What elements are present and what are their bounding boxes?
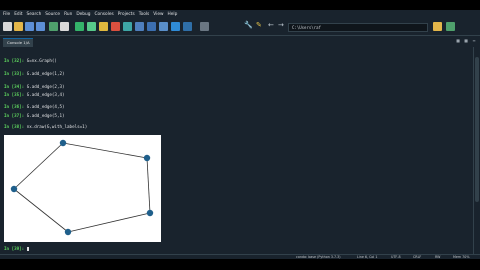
prompt-number: In [33]: xyxy=(4,71,25,76)
prompt-number: In [32]: xyxy=(4,58,25,63)
status-bar: conda: base (Python 3.7.3) Line 6, Col 1… xyxy=(0,254,480,259)
interrupt-icon[interactable]: ■ xyxy=(463,38,469,44)
graph-edge xyxy=(62,142,148,159)
text-cursor xyxy=(26,247,29,251)
status-cursor-position: Line 6, Col 1 xyxy=(357,255,378,259)
stop-icon[interactable] xyxy=(111,22,120,31)
run-cell-icon[interactable] xyxy=(87,22,96,31)
prompt-number: In [39]: xyxy=(4,246,25,251)
code-text: G.add_edge(3,4) xyxy=(26,92,65,97)
run-icon[interactable] xyxy=(75,22,84,31)
prompt-number: In [38]: xyxy=(4,124,25,129)
status-memory: Mem 70% xyxy=(453,255,470,259)
graph-nodes xyxy=(10,139,154,236)
graph-node xyxy=(146,209,154,217)
tab-console[interactable]: Console 1/A xyxy=(3,38,33,47)
prompt-number: In [37]: xyxy=(4,113,25,118)
prompt-number: In [35]: xyxy=(4,92,25,97)
working-directory-input[interactable]: C:\Users\raf xyxy=(288,23,428,32)
run-file-icon[interactable] xyxy=(49,22,58,31)
maximize-pane-icon[interactable] xyxy=(200,22,209,31)
prompt-number: In [34]: xyxy=(4,84,25,89)
menu-view[interactable]: View xyxy=(153,12,163,17)
console-line: In [35]: G.add_edge(3,4) xyxy=(4,92,65,97)
back-arrow-icon[interactable]: ← xyxy=(268,21,274,30)
menu-tools[interactable]: Tools xyxy=(139,12,150,17)
browse-folder-icon[interactable] xyxy=(433,22,442,31)
menu-debug[interactable]: Debug xyxy=(76,12,90,17)
graph-drawing xyxy=(10,139,154,236)
graph-edge xyxy=(13,188,69,233)
console-line: In [36]: G.add_edge(4,5) xyxy=(4,104,65,109)
graph-edge xyxy=(146,157,151,214)
menu-run[interactable]: Run xyxy=(64,12,72,17)
scrollbar-thumb[interactable] xyxy=(475,57,479,202)
save-all-icon[interactable] xyxy=(36,22,45,31)
graph-edge xyxy=(13,142,64,190)
code-text: G.add_edge(2,3) xyxy=(26,84,65,89)
console-scrollbar[interactable] xyxy=(473,47,480,254)
new-cell-icon[interactable] xyxy=(60,22,69,31)
prompt-number: In [36]: xyxy=(4,104,25,109)
graph-edges xyxy=(13,142,151,233)
graph-plot xyxy=(4,135,161,242)
save-icon[interactable] xyxy=(25,22,34,31)
close-icon[interactable]: ■ xyxy=(455,38,461,44)
debug-icon[interactable] xyxy=(123,22,132,31)
menu-bar: File Edit Search Source Run Debug Consol… xyxy=(0,10,480,19)
menu-search[interactable]: Search xyxy=(27,12,42,17)
status-mode: RW xyxy=(435,255,441,259)
run-cell-advance-icon[interactable] xyxy=(99,22,108,31)
menu-consoles[interactable]: Consoles xyxy=(94,12,113,17)
code-text: G.add_edge(4,5) xyxy=(26,104,65,109)
status-environment: conda: base (Python 3.7.3) xyxy=(296,255,341,259)
status-eol: CRLF xyxy=(413,255,422,259)
console-line: In [37]: G.add_edge(5,1) xyxy=(4,113,65,118)
spyder-window: File Edit Search Source Run Debug Consol… xyxy=(0,10,480,259)
console-tab-bar: Console 1/A ■ ■ ≡ xyxy=(0,36,480,47)
stop-debug-icon[interactable] xyxy=(183,22,192,31)
graph-node xyxy=(10,185,18,193)
code-text: nx.draw(G,with_labels=1) xyxy=(26,124,88,129)
ipython-console[interactable]: In [32]: G=nx.Graph() In [33]: G.add_edg… xyxy=(0,47,473,254)
forward-arrow-icon[interactable]: → xyxy=(278,21,284,30)
menu-file[interactable]: File xyxy=(3,12,10,17)
wrench-icon[interactable]: 🔧 xyxy=(244,21,253,30)
menu-projects[interactable]: Projects xyxy=(118,12,135,17)
menu-help[interactable]: Help xyxy=(168,12,178,17)
status-encoding: UTF-8 xyxy=(391,255,401,259)
code-text: G.add_edge(5,1) xyxy=(26,113,65,118)
console-line: In [38]: nx.draw(G,with_labels=1) xyxy=(4,124,87,129)
console-line: In [34]: G.add_edge(2,3) xyxy=(4,84,65,89)
graph-edge xyxy=(67,212,151,233)
step-return-icon[interactable] xyxy=(159,22,168,31)
step-icon[interactable] xyxy=(135,22,144,31)
open-file-icon[interactable] xyxy=(14,22,23,31)
console-line: In [33]: G.add_edge(1,2) xyxy=(4,71,65,76)
menu-edit[interactable]: Edit xyxy=(14,12,22,17)
graph-node xyxy=(64,228,72,236)
continue-icon[interactable] xyxy=(171,22,180,31)
menu-source[interactable]: Source xyxy=(45,12,60,17)
code-text: G.add_edge(1,2) xyxy=(26,71,65,76)
python-path-icon[interactable]: ✎ xyxy=(256,21,262,30)
console-input-line[interactable]: In [39]: xyxy=(4,246,29,251)
graph-node xyxy=(59,139,67,147)
step-into-icon[interactable] xyxy=(147,22,156,31)
console-line: In [32]: G=nx.Graph() xyxy=(4,58,57,63)
code-text: G=nx.Graph() xyxy=(26,58,57,63)
options-icon[interactable]: ≡ xyxy=(471,38,477,44)
toolbar: 🔧 ✎ ← → C:\Users\raf xyxy=(0,19,480,36)
new-file-icon[interactable] xyxy=(3,22,12,31)
graph-node xyxy=(143,154,151,162)
parent-directory-icon[interactable] xyxy=(446,22,455,31)
